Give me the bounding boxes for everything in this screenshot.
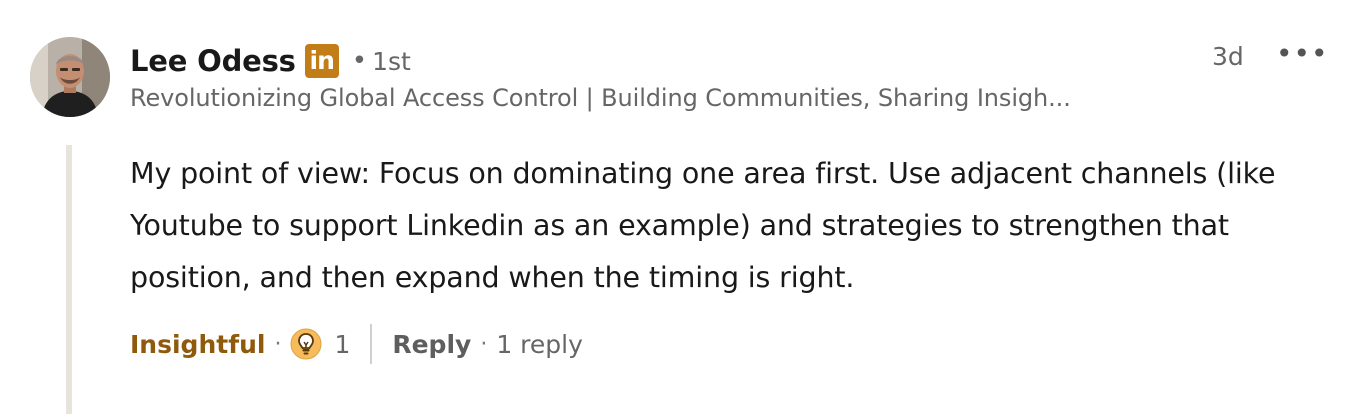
reaction-button[interactable]: Insightful [130, 330, 265, 359]
more-options-icon[interactable]: ••• [1276, 38, 1328, 70]
separator-dot-2: · [480, 331, 488, 357]
comment-text: My point of view: Focus on dominating on… [130, 157, 1276, 294]
author-headline: Revolutionizing Global Access Control | … [130, 84, 1071, 112]
reaction-count[interactable]: 1 [334, 330, 350, 359]
connection-degree: 1st [372, 46, 411, 76]
thread-line [66, 145, 72, 414]
separator-dot: · [274, 331, 282, 357]
comment-actions: Insightful · 1 Reply · 1 reply [130, 322, 583, 366]
reply-button[interactable]: Reply [392, 330, 471, 359]
linkedin-premium-badge-icon: in [304, 44, 339, 78]
author-name[interactable]: Lee Odess [130, 44, 296, 78]
replies-count-link[interactable]: 1 reply [496, 330, 583, 359]
action-divider [370, 324, 373, 364]
degree-separator: • [351, 46, 368, 76]
avatar[interactable] [30, 37, 110, 117]
comment-header: Lee Odess in • 1st [130, 40, 411, 82]
timestamp: 3d [1212, 42, 1244, 71]
comment-card: Lee Odess in • 1st Revolutionizing Globa… [0, 0, 1372, 414]
profile-photo [30, 37, 110, 117]
lightbulb-icon[interactable] [290, 328, 322, 360]
